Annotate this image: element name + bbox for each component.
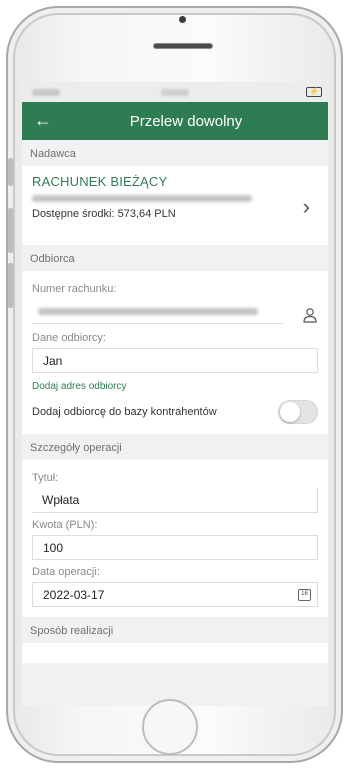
account-number-field[interactable]	[32, 299, 284, 324]
phone-side-button	[8, 263, 13, 308]
section-details-label: Szczegóły operacji	[22, 434, 328, 460]
date-input[interactable]: 2022-03-17 16	[32, 582, 318, 607]
status-carrier-blurred	[32, 89, 60, 96]
title-input[interactable]: Wpłata	[32, 488, 318, 513]
available-funds: Dostępne środki: 573,64 PLN	[32, 208, 176, 220]
section-execution-label: Sposób realizacji	[22, 617, 328, 643]
app-bar: ← Przelew dowolny	[22, 102, 328, 140]
arrow-left-icon[interactable]: ←	[34, 110, 52, 131]
details-card: Tytuł: Wpłata Kwota (PLN): 100 Data oper…	[22, 460, 328, 617]
status-bar: ⚡	[22, 82, 328, 102]
sender-account-card[interactable]: RACHUNEK BIEŻĄCY Dostępne środki: 573,64…	[22, 166, 328, 245]
add-to-contacts-toggle[interactable]	[278, 400, 318, 424]
app-screen: ⚡ ← Przelew dowolny Nadawca RACHUNEK BIE…	[22, 82, 328, 706]
account-number-value-blurred	[38, 307, 258, 315]
battery-icon: ⚡	[306, 87, 322, 97]
account-number-blurred	[32, 195, 252, 202]
recipient-data-input[interactable]: Jan	[32, 348, 318, 373]
home-button[interactable]	[142, 699, 198, 755]
add-to-contacts-label: Dodaj odbiorcę do bazy kontrahentów	[32, 406, 217, 418]
toggle-knob	[280, 402, 300, 422]
date-value: 2022-03-17	[43, 587, 105, 602]
chevron-right-icon: ›	[302, 194, 310, 219]
recipient-card: Numer rachunku: Dane odbiorcy: Jan Dodaj…	[22, 271, 328, 434]
add-address-link[interactable]: Dodaj adres odbiorcy	[32, 381, 318, 392]
phone-side-button	[8, 158, 13, 186]
page-title: Przelew dowolny	[129, 112, 243, 130]
account-name: RACHUNEK BIEŻĄCY	[32, 174, 168, 189]
front-camera	[179, 16, 186, 23]
status-time-blurred	[161, 89, 189, 96]
phone-side-button	[8, 208, 13, 253]
add-to-contacts-row: Dodaj odbiorcę do bazy kontrahentów	[32, 400, 318, 424]
section-sender-label: Nadawca	[22, 140, 328, 166]
recipient-data-label: Dane odbiorcy:	[32, 332, 106, 344]
amount-label: Kwota (PLN):	[32, 519, 98, 531]
account-number-label: Numer rachunku:	[32, 283, 117, 295]
person-icon[interactable]	[302, 307, 318, 323]
earpiece-speaker	[153, 43, 213, 49]
date-label: Data operacji:	[32, 566, 100, 578]
amount-input[interactable]: 100	[32, 535, 318, 560]
execution-card[interactable]	[22, 643, 328, 663]
calendar-icon[interactable]: 16	[298, 589, 311, 601]
title-label: Tytuł:	[32, 472, 59, 484]
section-recipient-label: Odbiorca	[22, 245, 328, 271]
